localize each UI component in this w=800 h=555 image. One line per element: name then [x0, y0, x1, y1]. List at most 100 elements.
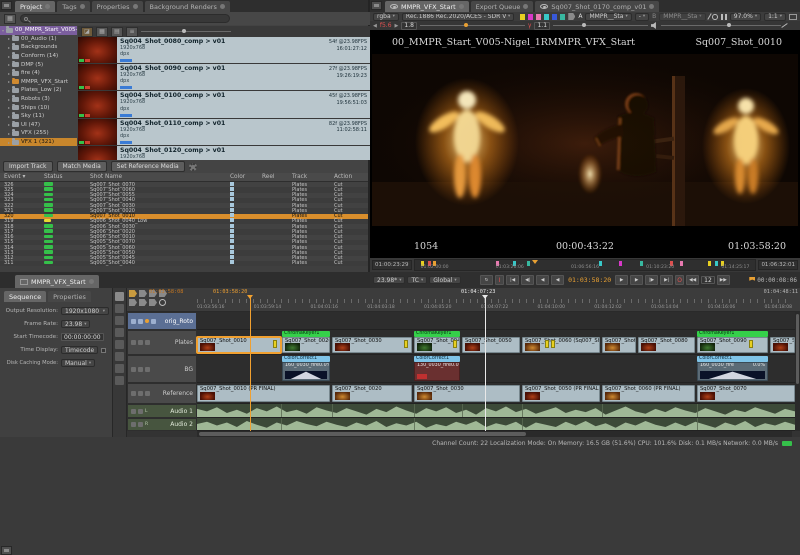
- current-timecode[interactable]: 01:03:58:20: [566, 276, 613, 284]
- timeline-clip[interactable]: Sq007_Shot_0020: [332, 385, 412, 402]
- viewer-timeline-scrubber[interactable]: 01:02:00:00 01:03:26:06 01:06:56:16 01:10:2…: [413, 259, 757, 271]
- track-body[interactable]: Sq007_Shot_0010 ChromaKeyer1 Sq007_Shot_…: [197, 330, 795, 355]
- proxy-select[interactable]: 1:1 ▾: [764, 12, 786, 21]
- timeline-clip[interactable]: Sq007_Shot_0030: [414, 385, 520, 402]
- skip-to-end-button[interactable]: ▶|: [660, 275, 674, 285]
- bin-item[interactable]: ▸ DMP (5): [0, 60, 77, 69]
- thumbnail-toggle-icon[interactable]: [145, 366, 150, 372]
- track-header[interactable]: Reference: [127, 383, 197, 404]
- drop-frame-checkbox[interactable]: [101, 347, 107, 353]
- volume-slider[interactable]: [661, 23, 782, 27]
- bin-item[interactable]: ▸ Ships (10): [0, 103, 77, 112]
- thumbnail-toggle-icon[interactable]: [145, 391, 150, 396]
- track-body[interactable]: [197, 312, 795, 330]
- tag-button[interactable]: [149, 299, 157, 306]
- gamma-field[interactable]: 1.1: [534, 21, 551, 30]
- next-edit-button[interactable]: |▶: [645, 275, 659, 285]
- in-point-button[interactable]: I: [495, 275, 505, 285]
- loop-button[interactable]: ↻: [480, 275, 494, 285]
- detail-view-icon[interactable]: ▤: [111, 26, 123, 37]
- timeline-clip[interactable]: 160_0030_fire 0.0%: [697, 362, 768, 381]
- timeline-playhead[interactable]: [247, 295, 253, 431]
- skip-to-start-button[interactable]: |◀: [506, 275, 520, 285]
- zoom-select[interactable]: 97.0% ▾: [729, 12, 762, 21]
- play-backward-button[interactable]: ◀: [551, 275, 565, 285]
- track-header[interactable]: BG: [127, 355, 197, 383]
- timeline-clip[interactable]: Sq007_Shot_0020: [282, 337, 330, 353]
- bin-item[interactable]: ▸ Backgrounds: [0, 43, 77, 52]
- bin-item[interactable]: ▸ Plates_Low (2): [0, 86, 77, 95]
- wipe-icon[interactable]: [706, 13, 712, 20]
- disk-caching-select[interactable]: Manual ▾: [61, 359, 96, 367]
- razor-tool-icon[interactable]: [115, 364, 124, 373]
- clip-list-item[interactable]: Sq004_Shot_0110_comp > v01 1920x768 dpx 82…: [78, 118, 370, 145]
- roll-tool-icon[interactable]: [115, 352, 124, 361]
- bin-item[interactable]: ▸ 00_Audio (1): [0, 34, 77, 44]
- timeline-clip[interactable]: Sq007_Shot_0090: [697, 337, 768, 353]
- tag-cyan-icon[interactable]: [544, 13, 550, 20]
- close-icon[interactable]: [458, 4, 464, 9]
- tag-blue-icon[interactable]: [552, 13, 558, 20]
- viewer-canvas[interactable]: 00_MMPR_Start_V005-Nigel_1RMMPR_VFX_Star…: [370, 30, 800, 258]
- timeline-clip[interactable]: Sq007_Shot_0060 (Sq007_Shot_0060_Low > v…: [522, 337, 600, 353]
- table-row[interactable]: 311 Sq005_Shot_0040 Plates Cut: [0, 260, 368, 266]
- timeline-clip[interactable]: Sq007_Shot_0050: [462, 337, 520, 353]
- list-view-icon[interactable]: ≡: [126, 26, 138, 37]
- timeline-clip-selected[interactable]: Sq007_Shot_0010: [197, 337, 281, 353]
- annotation-pencil-icon[interactable]: [781, 23, 788, 28]
- lock-icon[interactable]: [131, 318, 136, 324]
- step-forward-button[interactable]: ▶: [630, 275, 644, 285]
- close-icon[interactable]: [649, 4, 655, 9]
- timeline-vscrollbar[interactable]: [795, 312, 800, 431]
- frame-rate-select[interactable]: 23.98 ▾: [61, 320, 91, 328]
- step-back-button[interactable]: ◀: [536, 275, 550, 285]
- track-header[interactable]: L Audio 1: [127, 404, 197, 418]
- colorspace-select[interactable]: Rec.1886 Rec.2020/ACES - SDR Video▾: [401, 12, 515, 21]
- timeline-ruler[interactable]: 01:03:58:08 01:03:58:20 01:04:07:23 01:0…: [127, 288, 800, 312]
- pane-menu-icon[interactable]: [1, 1, 12, 10]
- track-body[interactable]: Sq007_Shot_0010 (PR FINAL) Sq007_Shot_00…: [197, 383, 795, 404]
- tag-pink-icon[interactable]: [536, 13, 542, 20]
- output-resolution-select[interactable]: 1920x1080 HD_10▾: [61, 307, 109, 315]
- gear-icon[interactable]: [188, 162, 197, 171]
- pane-menu-icon[interactable]: [1, 546, 12, 555]
- track-header[interactable]: R Audio 2: [127, 418, 197, 431]
- close-icon[interactable]: [132, 4, 138, 9]
- timeline-clip[interactable]: Sq007_Shot_0010 (PR FINAL): [197, 385, 330, 402]
- play-button[interactable]: ▶: [615, 275, 629, 285]
- track-header[interactable]: orig_Roto: [127, 312, 197, 330]
- track-body[interactable]: ColorCorrect1 160_0030_fire 0.0% ColorCor…: [197, 355, 795, 383]
- track-body[interactable]: [197, 418, 795, 431]
- lock-icon[interactable]: [131, 408, 136, 414]
- tab-project[interactable]: Project: [15, 1, 56, 12]
- slip-tool-icon[interactable]: [115, 328, 124, 337]
- visibility-icon[interactable]: [138, 366, 143, 372]
- close-icon[interactable]: [79, 4, 85, 9]
- gain-slider[interactable]: [419, 23, 525, 27]
- visibility-icon[interactable]: [138, 318, 143, 324]
- tag-button[interactable]: [139, 290, 147, 297]
- tag-button[interactable]: [129, 299, 137, 306]
- timeline-clip[interactable]: Sq007_Shot_0070: [697, 385, 795, 402]
- thumbnail-size-slider[interactable]: [141, 29, 231, 33]
- lock-icon[interactable]: [131, 366, 136, 372]
- slide-tool-icon[interactable]: [115, 340, 124, 349]
- clip-list-item[interactable]: Sq004_Shot_0080_comp > v01 1920x768 dpx 54…: [78, 37, 370, 64]
- grid-view-icon[interactable]: ▦: [4, 13, 16, 24]
- add-tag-icon[interactable]: [568, 13, 576, 20]
- import-track-button[interactable]: Import Track: [3, 161, 53, 172]
- timeline-clip[interactable]: Sq007_Shot_0100: [770, 337, 795, 353]
- timeline-clip[interactable]: 130_0030_fire0.0%: [414, 362, 460, 381]
- gain-field[interactable]: 1.8: [401, 21, 417, 30]
- mask-icon[interactable]: [712, 13, 718, 20]
- clip-list-item[interactable]: Sq004_Shot_0090_comp > v01 1920x768 dpx 27…: [78, 64, 370, 91]
- gain-up-icon[interactable]: ▶: [395, 23, 399, 29]
- tab-background-renders[interactable]: Background Renders: [144, 1, 230, 12]
- time-display-select[interactable]: Timecode: [61, 346, 99, 354]
- bin-item[interactable]: ▸ VFX (255): [0, 129, 77, 138]
- tab-properties[interactable]: Properties: [91, 1, 143, 12]
- bin-item[interactable]: ▸ fire (4): [0, 69, 77, 78]
- frame-increment-field[interactable]: 12: [701, 276, 715, 284]
- speaker-icon[interactable]: [651, 22, 656, 29]
- timeline-clip[interactable]: Sq007_Shot_0070: [602, 337, 636, 353]
